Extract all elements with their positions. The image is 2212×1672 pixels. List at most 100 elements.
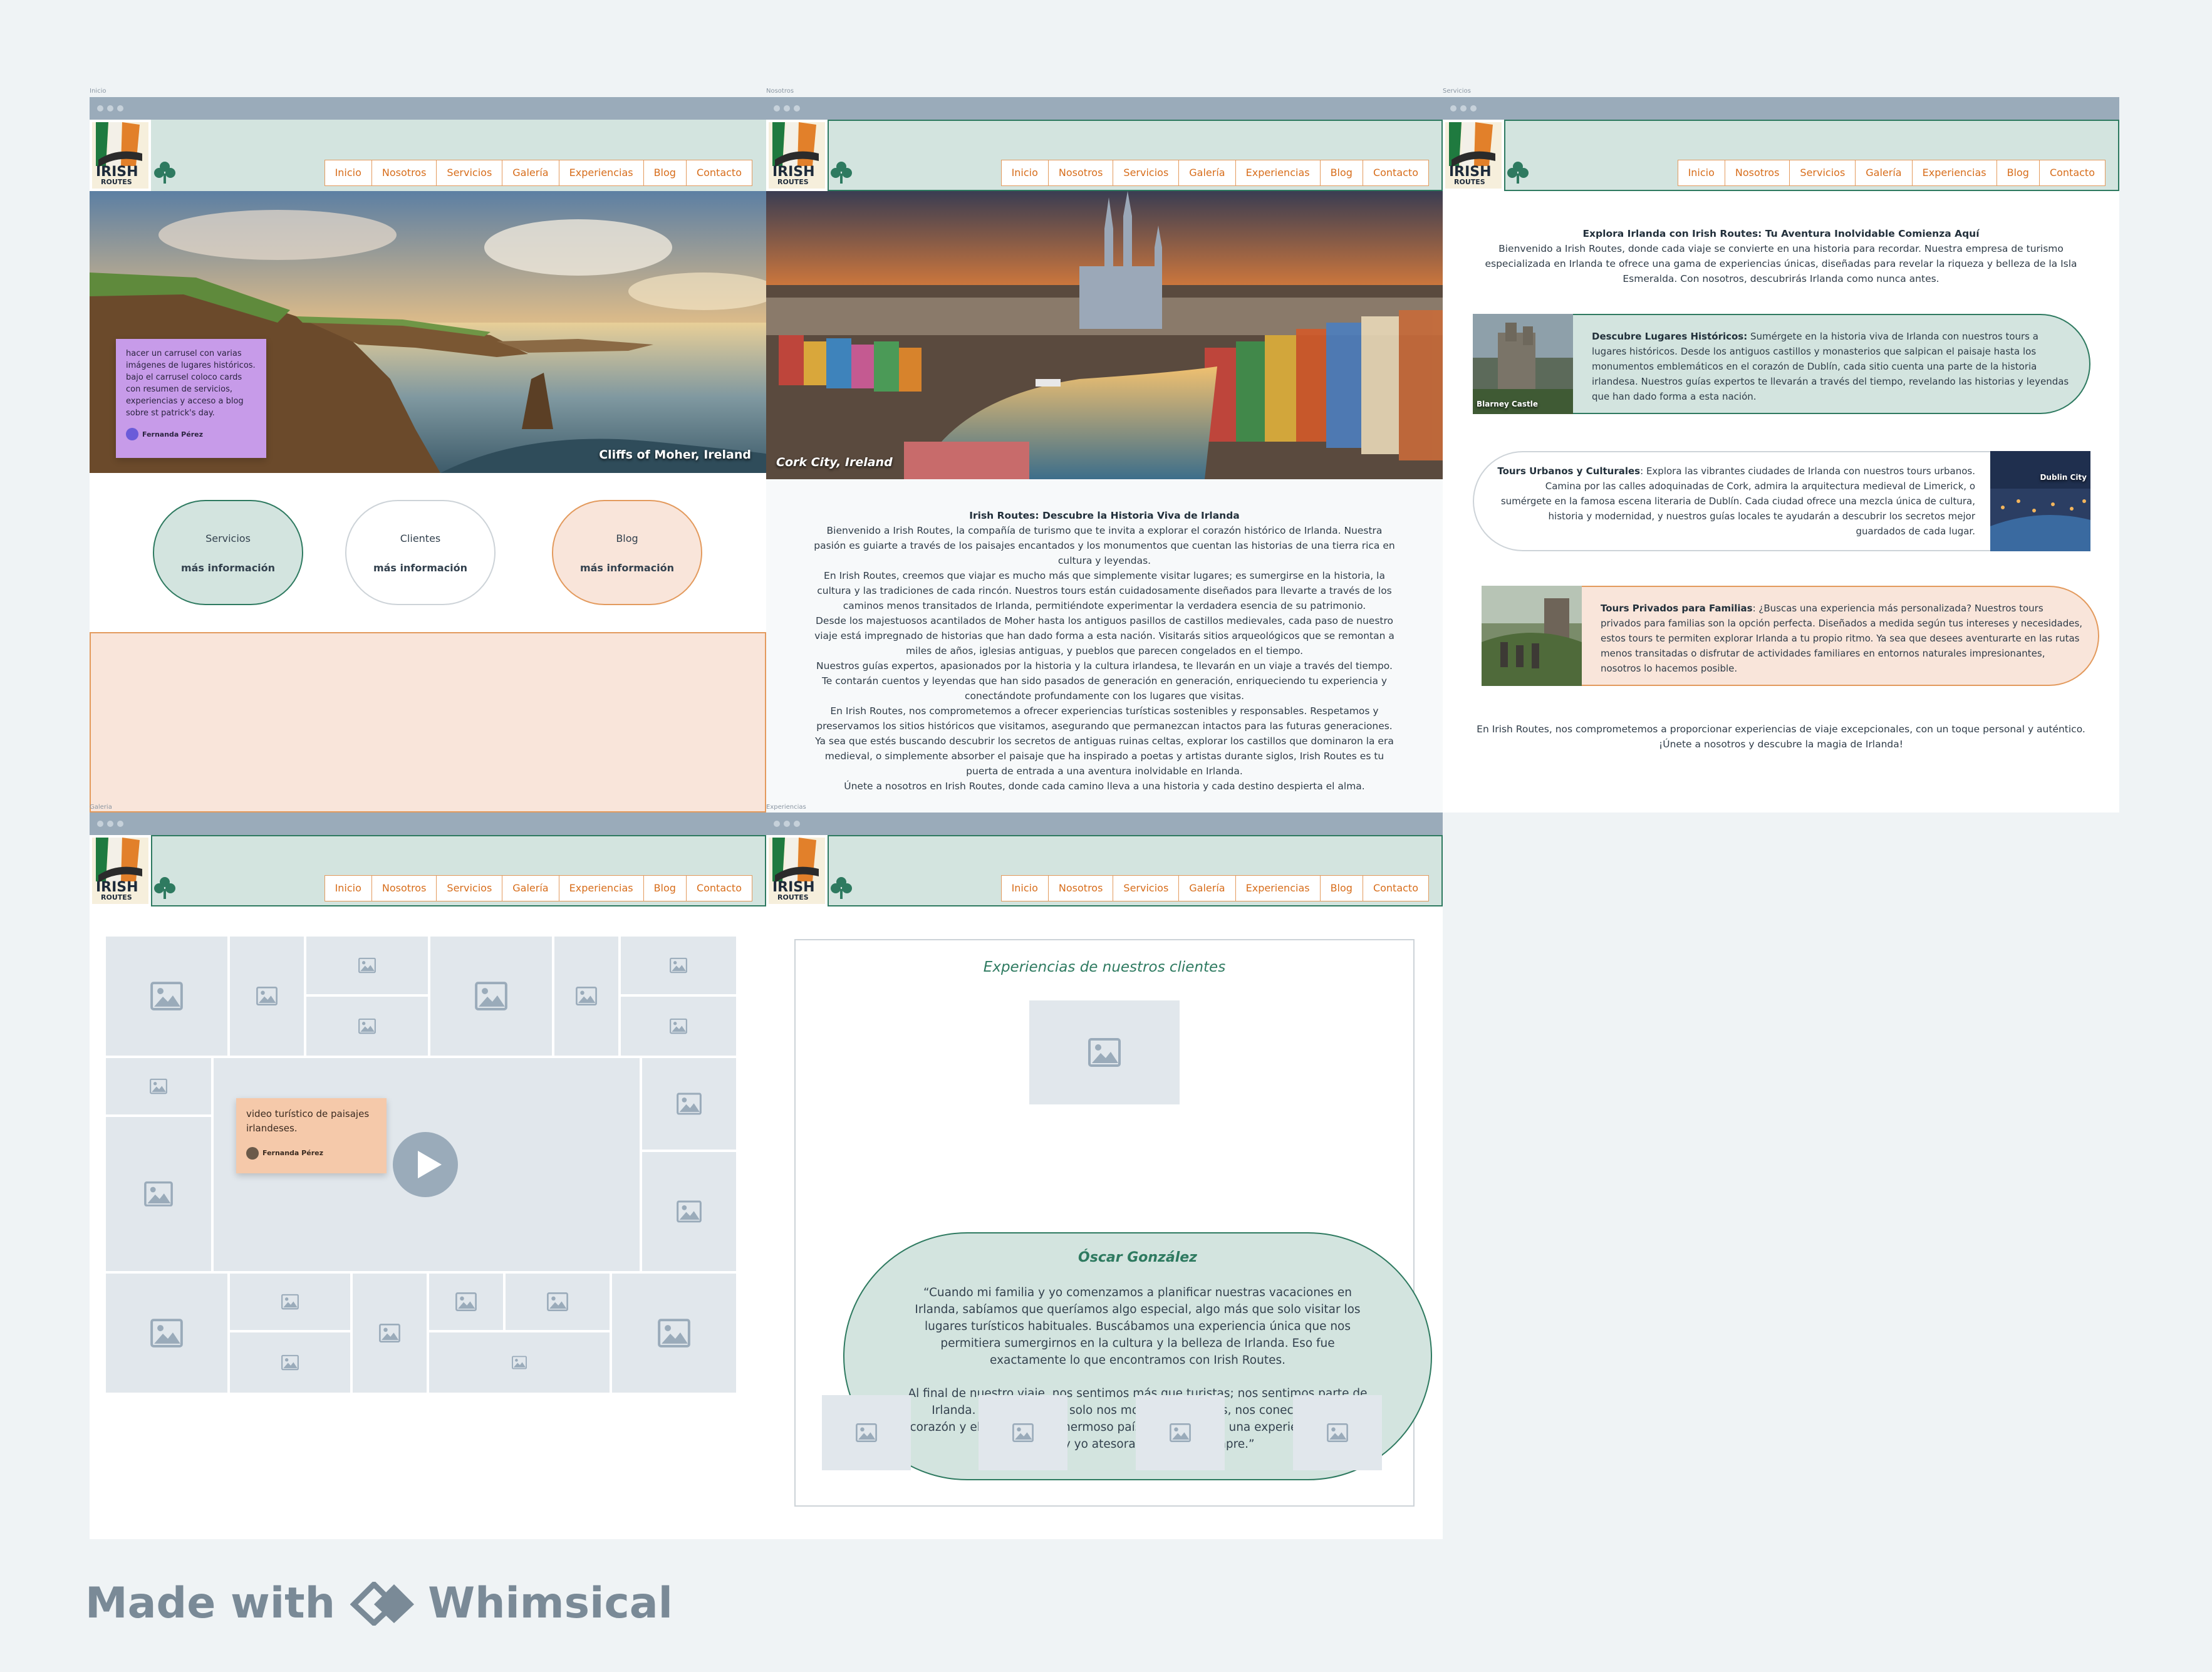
nav-blog[interactable]: Blog xyxy=(1321,160,1363,185)
image-icon xyxy=(475,982,507,1010)
image-placeholder[interactable] xyxy=(1136,1395,1225,1470)
image-placeholder[interactable] xyxy=(429,1274,503,1330)
irish-routes-logo[interactable]: IRISH ROUTES xyxy=(769,838,825,904)
window-titlebar xyxy=(766,97,1443,120)
about-paragraph: Desde los majestuosos acantilados de Moh… xyxy=(814,615,1394,657)
nav-experiencias[interactable]: Experiencias xyxy=(559,876,644,901)
image-placeholder[interactable] xyxy=(106,1274,227,1393)
sticky-note[interactable]: hacer un carrusel con varias imágenes de… xyxy=(116,339,266,458)
image-placeholder[interactable] xyxy=(429,1332,610,1393)
about-paragraph: Únete a nosotros en Irish Routes, donde … xyxy=(844,781,1365,792)
whimsical-badge[interactable]: Made with Whimsical xyxy=(85,1579,673,1628)
image-placeholder[interactable] xyxy=(822,1395,911,1470)
nav-blog[interactable]: Blog xyxy=(644,876,687,901)
nav-servicios[interactable]: Servicios xyxy=(1113,160,1180,185)
image-placeholder[interactable] xyxy=(306,997,428,1056)
nav-nosotros[interactable]: Nosotros xyxy=(1049,876,1114,901)
nav-contacto[interactable]: Contacto xyxy=(1363,876,1428,901)
nav-galeria[interactable]: Galería xyxy=(1856,160,1913,185)
dublin-city-image: Dublin City xyxy=(1990,451,2090,551)
image-placeholder[interactable] xyxy=(430,937,552,1056)
nav-nosotros[interactable]: Nosotros xyxy=(372,160,437,185)
image-placeholder[interactable] xyxy=(506,1274,610,1330)
nav-servicios[interactable]: Servicios xyxy=(437,876,503,901)
nav-galeria[interactable]: Galería xyxy=(502,876,559,901)
irish-routes-logo[interactable]: IRISH ROUTES xyxy=(1445,122,1502,189)
nav-experiencias[interactable]: Experiencias xyxy=(1236,160,1321,185)
more-info-link[interactable]: más información xyxy=(154,562,302,574)
image-icon xyxy=(547,1292,568,1311)
nav-servicios[interactable]: Servicios xyxy=(1790,160,1856,185)
nav-contacto[interactable]: Contacto xyxy=(687,160,752,185)
main-nav: Inicio Nosotros Servicios Galería Experienci… xyxy=(324,160,752,186)
image-icon xyxy=(150,1319,183,1347)
nav-experiencias[interactable]: Experiencias xyxy=(1913,160,1997,185)
hero-carousel[interactable]: Cliffs of Moher, Ireland hacer un carrus… xyxy=(90,191,766,473)
nav-inicio[interactable]: Inicio xyxy=(325,876,372,901)
image-placeholder[interactable] xyxy=(353,1274,427,1393)
nav-contacto[interactable]: Contacto xyxy=(1363,160,1428,185)
irish-routes-logo[interactable]: IRISH ROUTES xyxy=(92,122,148,189)
nav-servicios[interactable]: Servicios xyxy=(1113,876,1180,901)
avatar xyxy=(126,428,138,440)
nav-experiencias[interactable]: Experiencias xyxy=(559,160,644,185)
nav-contacto[interactable]: Contacto xyxy=(2040,160,2105,185)
image-placeholder[interactable] xyxy=(612,1274,736,1393)
image-placeholder[interactable] xyxy=(230,1332,350,1393)
nav-blog[interactable]: Blog xyxy=(1997,160,2040,185)
service-family[interactable]: Tours Privados para Familias: ¿Buscas un… xyxy=(1482,586,2099,686)
image-icon xyxy=(144,1181,173,1207)
frame-experiencias: IRISH ROUTES Inicio Nosotros Servicios Galer… xyxy=(766,813,1443,1539)
image-placeholder[interactable] xyxy=(642,1152,736,1271)
nav-inicio[interactable]: Inicio xyxy=(325,160,372,185)
irish-routes-logo[interactable]: IRISH ROUTES xyxy=(769,122,825,189)
photo-gallery: video turístico de paisajes irlandeses. F… xyxy=(90,906,766,1470)
image-placeholder[interactable] xyxy=(106,937,227,1056)
image-icon xyxy=(358,957,376,974)
image-placeholder[interactable] xyxy=(554,937,618,1056)
nav-galeria[interactable]: Galería xyxy=(1179,160,1236,185)
nav-galeria[interactable]: Galería xyxy=(502,160,559,185)
image-placeholder[interactable] xyxy=(621,997,736,1056)
main-nav: Inicio Nosotros Servicios Galería Experienci… xyxy=(324,875,752,901)
frame-galeria: IRISH ROUTES Inicio Nosotros Servicios Galer… xyxy=(90,813,766,1539)
card-servicios[interactable]: Servicios más información xyxy=(153,500,303,605)
nav-nosotros[interactable]: Nosotros xyxy=(1725,160,1790,185)
nav-inicio[interactable]: Inicio xyxy=(1002,160,1049,185)
image-placeholder[interactable] xyxy=(106,1117,211,1271)
client-photo[interactable] xyxy=(1029,1000,1180,1104)
services-intro: Explora Irlanda con Irish Routes: Tu Ave… xyxy=(1480,226,2082,286)
nav-inicio[interactable]: Inicio xyxy=(1002,876,1049,901)
nav-inicio[interactable]: Inicio xyxy=(1678,160,1725,185)
nav-blog[interactable]: Blog xyxy=(644,160,687,185)
nav-blog[interactable]: Blog xyxy=(1321,876,1363,901)
service-text: Tours Privados para Familias: ¿Buscas un… xyxy=(1582,586,2099,686)
card-blog[interactable]: Blog más información xyxy=(552,500,702,605)
image-placeholder[interactable] xyxy=(306,937,428,994)
image-icon xyxy=(281,1354,299,1371)
card-clientes[interactable]: Clientes más información xyxy=(345,500,496,605)
image-icon xyxy=(281,1294,299,1310)
service-historic[interactable]: Blarney Castle Descubre Lugares Históric… xyxy=(1473,314,2090,414)
image-placeholder[interactable] xyxy=(230,1274,350,1330)
main-nav: Inicio Nosotros Servicios Galería Experienci… xyxy=(1677,160,2106,186)
more-info-link[interactable]: más información xyxy=(553,562,701,574)
irish-routes-logo[interactable]: IRISH ROUTES xyxy=(92,838,148,904)
nav-servicios[interactable]: Servicios xyxy=(437,160,503,185)
nav-nosotros[interactable]: Nosotros xyxy=(372,876,437,901)
image-placeholder[interactable] xyxy=(979,1395,1067,1470)
image-placeholder[interactable] xyxy=(621,937,736,994)
nav-nosotros[interactable]: Nosotros xyxy=(1049,160,1114,185)
image-placeholder[interactable] xyxy=(1293,1395,1382,1470)
service-urban[interactable]: Tours Urbanos y Culturales: Explora las … xyxy=(1473,451,2090,551)
nav-contacto[interactable]: Contacto xyxy=(687,876,752,901)
nav-experiencias[interactable]: Experiencias xyxy=(1236,876,1321,901)
image-placeholder[interactable] xyxy=(642,1058,736,1150)
image-placeholder[interactable] xyxy=(230,937,304,1056)
logo-text: IRISH ROUTES xyxy=(96,880,138,901)
nav-galeria[interactable]: Galería xyxy=(1179,876,1236,901)
image-placeholder[interactable] xyxy=(106,1058,211,1114)
more-info-link[interactable]: más información xyxy=(346,562,494,574)
sticky-note[interactable]: video turístico de paisajes irlandeses. F… xyxy=(236,1098,387,1173)
hero-caption: Cork City, Ireland xyxy=(776,455,893,469)
